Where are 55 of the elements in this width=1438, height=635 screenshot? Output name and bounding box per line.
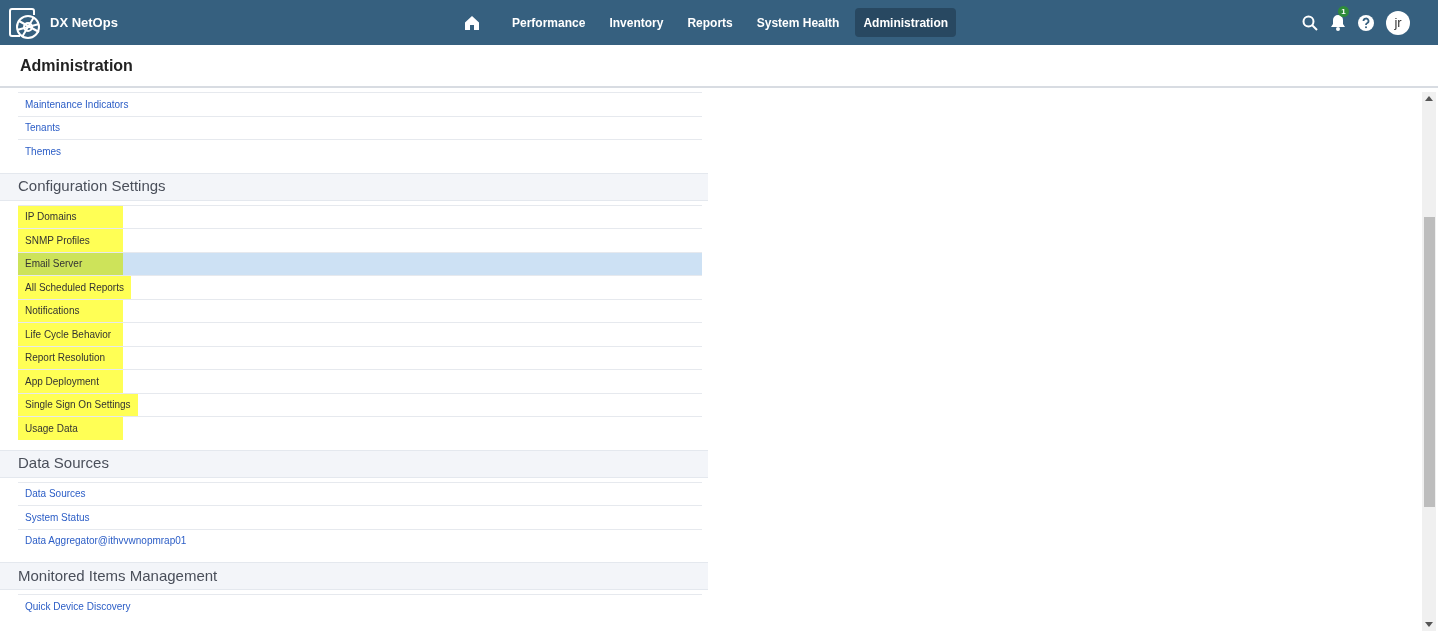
list-row[interactable]: All Scheduled Reports: [18, 275, 702, 299]
admin-link[interactable]: Single Sign On Settings: [18, 393, 138, 416]
bell-icon[interactable]: [1330, 14, 1346, 31]
notification-badge: 1: [1338, 6, 1349, 17]
section-header: Configuration Settings: [0, 172, 708, 201]
admin-link[interactable]: System Status: [18, 506, 97, 529]
admin-link[interactable]: Data Sources: [18, 482, 93, 505]
logo-icon: [8, 5, 42, 40]
nav-tab[interactable]: Inventory: [601, 8, 672, 37]
admin-link[interactable]: Data Aggregator@ithvvwnopmrap01: [18, 529, 194, 552]
home-icon[interactable]: [464, 14, 480, 31]
app-name: DX NetOps: [50, 13, 118, 32]
nav-tab[interactable]: Reports: [679, 8, 741, 37]
list-row[interactable]: Notifications: [18, 298, 702, 322]
user-avatar[interactable]: jr: [1386, 10, 1410, 35]
list-row[interactable]: IP Domains: [18, 204, 702, 228]
section-header: Data Sources: [0, 449, 708, 478]
list-row[interactable]: Quick Device Discovery: [18, 594, 702, 618]
list-row[interactable]: Life Cycle Behavior: [18, 322, 702, 346]
search-icon[interactable]: [1302, 14, 1318, 31]
admin-link[interactable]: Quick Device Discovery: [18, 595, 138, 618]
admin-link[interactable]: Maintenance Indicators: [18, 93, 136, 116]
list-row[interactable]: Tenants: [18, 115, 702, 139]
nav-tab[interactable]: Performance: [504, 8, 594, 37]
scroll-up-icon[interactable]: [1425, 96, 1433, 101]
admin-link[interactable]: Themes: [18, 140, 69, 163]
list-row[interactable]: System Status: [18, 505, 702, 529]
admin-link[interactable]: Life Cycle Behavior: [18, 323, 123, 346]
list-row[interactable]: Single Sign On Settings: [18, 392, 702, 416]
list-row[interactable]: Report Resolution: [18, 345, 702, 369]
admin-link[interactable]: IP Domains: [18, 205, 123, 228]
help-icon[interactable]: [1358, 14, 1374, 31]
list-row[interactable]: Maintenance Indicators: [18, 92, 702, 116]
page-title: Administration: [20, 55, 133, 76]
admin-link[interactable]: Tenants: [18, 116, 68, 139]
list-row[interactable]: App Deployment: [18, 369, 702, 393]
admin-link[interactable]: SNMP Profiles: [18, 229, 123, 252]
admin-link[interactable]: App Deployment: [18, 370, 123, 393]
admin-link[interactable]: Notifications: [18, 299, 123, 322]
admin-link[interactable]: Email Server: [18, 252, 123, 275]
admin-link[interactable]: Usage Data: [18, 417, 123, 440]
section-header: Monitored Items Management: [0, 562, 708, 590]
admin-link[interactable]: Report Resolution: [18, 346, 123, 369]
list-row[interactable]: Themes: [18, 139, 702, 163]
list-row[interactable]: Data Aggregator@ithvvwnopmrap01: [18, 528, 702, 552]
list-row[interactable]: Data Sources: [18, 481, 702, 505]
list-row[interactable]: SNMP Profiles: [18, 228, 702, 252]
scroll-down-icon[interactable]: [1425, 622, 1433, 627]
nav-tab[interactable]: Administration: [855, 8, 957, 37]
scrollbar[interactable]: [1422, 92, 1436, 631]
list-row[interactable]: Usage Data: [18, 416, 702, 440]
nav-tab[interactable]: System Health: [748, 8, 848, 37]
scrollbar-thumb[interactable]: [1423, 216, 1435, 507]
list-row[interactable]: Email Server: [18, 251, 702, 275]
admin-link[interactable]: All Scheduled Reports: [18, 276, 131, 299]
